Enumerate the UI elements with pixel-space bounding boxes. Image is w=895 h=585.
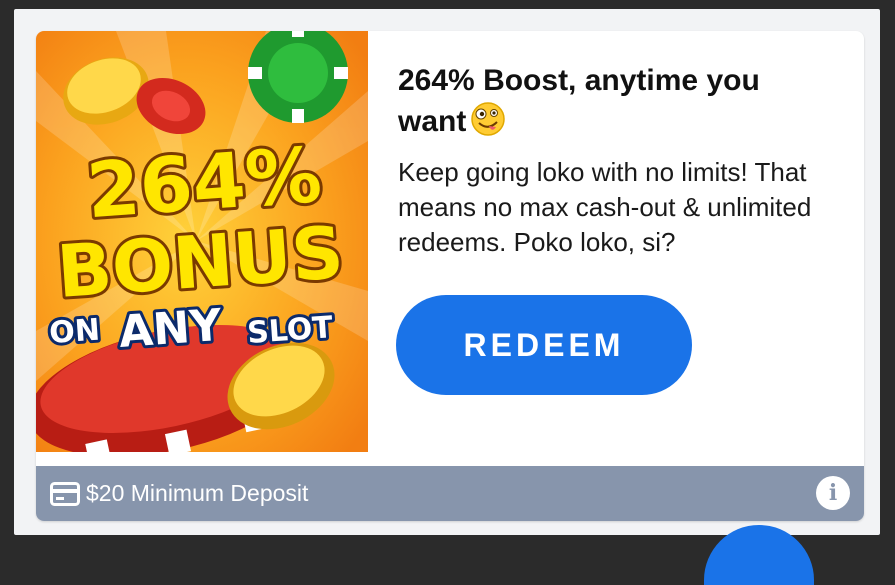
floating-action-button[interactable]: [704, 525, 814, 585]
minimum-deposit-bar: $20 Minimum Deposit i: [36, 466, 864, 521]
minimum-deposit-text: $20 Minimum Deposit: [86, 480, 309, 506]
promo-banner-image: 264% BONUS ON ANY SLOT: [36, 31, 368, 452]
promo-modal: 264% BONUS ON ANY SLOT 264% Boost, anyti…: [14, 9, 880, 585]
promo-title-text: 264% Boost, anytime you want: [398, 64, 760, 138]
promo-description: Keep going loko with no limits! That mea…: [398, 157, 812, 257]
info-icon[interactable]: i: [816, 476, 850, 510]
zany-face-emoji-icon: [470, 101, 506, 148]
banner-text-any: ANY: [117, 300, 224, 358]
credit-card-icon: [50, 481, 80, 506]
promo-title: 264% Boost, anytime you want: [398, 61, 818, 148]
redeem-button[interactable]: REDEEM: [396, 295, 692, 395]
promo-card: 264% BONUS ON ANY SLOT 264% Boost, anyti…: [36, 31, 864, 521]
banner-text-slot: SLOT: [246, 310, 334, 351]
banner-text-on: ON: [48, 313, 101, 351]
